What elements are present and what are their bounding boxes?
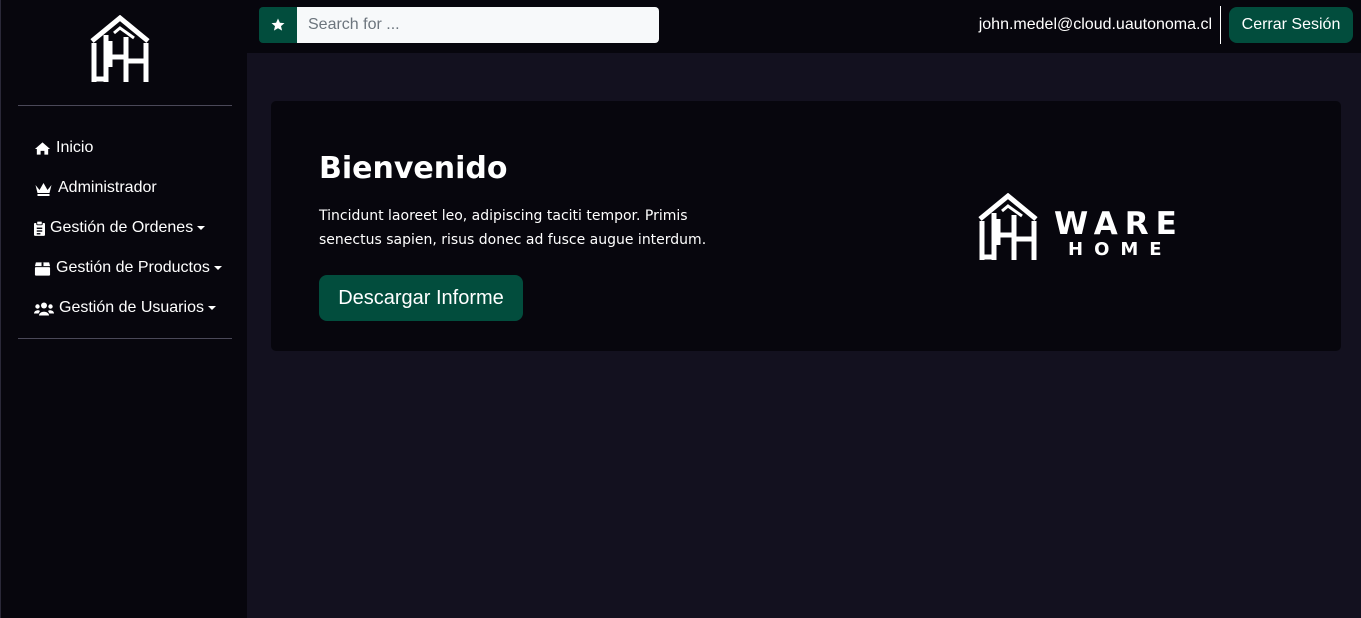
topbar: john.medel@cloud.uautonoma.cl Cerrar Ses… bbox=[247, 0, 1361, 53]
star-icon bbox=[271, 18, 285, 31]
warehome-logo-icon[interactable] bbox=[88, 15, 152, 83]
search-input[interactable] bbox=[297, 7, 659, 43]
logout-button[interactable]: Cerrar Sesión bbox=[1229, 7, 1353, 43]
chevron-down-icon bbox=[213, 266, 222, 270]
clipboard-icon bbox=[34, 220, 45, 236]
sidebar-item-label: Gestión de Usuarios bbox=[59, 299, 204, 316]
download-report-button[interactable]: Descargar Informe bbox=[319, 275, 523, 321]
home-icon bbox=[34, 141, 51, 155]
brand-wordmark-line1: WARE bbox=[1054, 206, 1184, 242]
sidebar-divider-bottom bbox=[18, 338, 232, 339]
topbar-divider bbox=[1220, 6, 1221, 44]
chevron-down-icon bbox=[197, 226, 206, 230]
box-icon bbox=[34, 261, 51, 276]
welcome-card: Bienvenido Tincidunt laoreet leo, adipis… bbox=[271, 101, 1341, 351]
sidebar-item-ordenes[interactable]: Gestión de Ordenes bbox=[34, 208, 222, 248]
sidebar-nav: Inicio Administrador Gestión de Ordenes bbox=[34, 128, 222, 328]
app-frame: Inicio Administrador Gestión de Ordenes bbox=[0, 0, 1361, 618]
user-email: john.medel@cloud.uautonoma.cl bbox=[978, 16, 1212, 33]
sidebar: Inicio Administrador Gestión de Ordenes bbox=[0, 0, 247, 618]
sidebar-item-inicio[interactable]: Inicio bbox=[34, 128, 222, 168]
search-group bbox=[259, 7, 659, 43]
chevron-down-icon bbox=[207, 306, 216, 310]
brand-wordmark: WARE HOME bbox=[1054, 208, 1184, 260]
warehome-logo-icon bbox=[978, 193, 1038, 260]
sidebar-item-productos[interactable]: Gestión de Productos bbox=[34, 248, 222, 288]
sidebar-item-label: Administrador bbox=[58, 179, 157, 196]
page-title: Bienvenido bbox=[319, 151, 508, 186]
brand-logo: WARE HOME bbox=[976, 193, 1184, 261]
crown-icon bbox=[35, 182, 52, 196]
search-button[interactable] bbox=[259, 7, 297, 43]
sidebar-item-usuarios[interactable]: Gestión de Usuarios bbox=[34, 288, 222, 328]
sidebar-item-label: Inicio bbox=[56, 139, 94, 156]
sidebar-item-administrador[interactable]: Administrador bbox=[34, 168, 222, 208]
users-icon bbox=[34, 302, 54, 315]
sidebar-item-label: Gestión de Ordenes bbox=[50, 219, 194, 236]
sidebar-divider-top bbox=[18, 105, 232, 106]
brand-wordmark-line2: HOME bbox=[1068, 239, 1173, 260]
sidebar-item-label: Gestión de Productos bbox=[56, 259, 210, 276]
welcome-description: Tincidunt laoreet leo, adipiscing taciti… bbox=[319, 208, 707, 248]
